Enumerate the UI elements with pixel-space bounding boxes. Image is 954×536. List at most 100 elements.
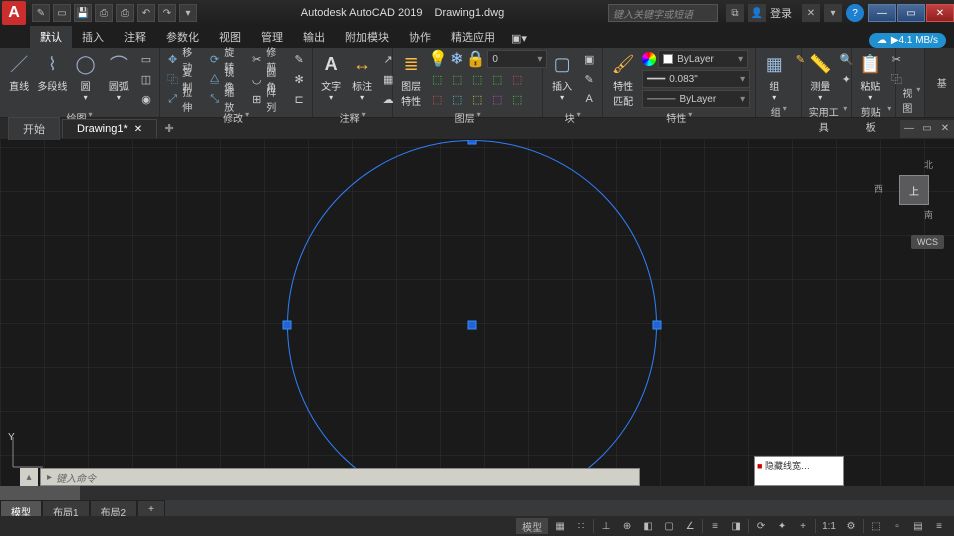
new-icon[interactable]: ✎ bbox=[32, 4, 50, 22]
block-create-icon[interactable]: ▣ bbox=[580, 50, 598, 68]
status-iso-icon[interactable]: ◧ bbox=[639, 518, 657, 534]
panel-block-title[interactable]: 块 bbox=[547, 108, 598, 125]
panel-view-title[interactable]: 视图 bbox=[900, 83, 920, 115]
cloud-speed-badge[interactable]: ☁▶4.1 MB/s bbox=[869, 33, 946, 48]
status-custom-icon[interactable]: ≡ bbox=[930, 518, 948, 534]
tab-close-icon[interactable]: ✕ bbox=[134, 124, 142, 135]
block-edit-icon[interactable]: ✎ bbox=[580, 70, 598, 88]
circle-button[interactable]: ◯圆▾ bbox=[71, 50, 101, 102]
cube-north[interactable]: 北 bbox=[924, 158, 933, 171]
layer-on-icon[interactable]: ⬚ bbox=[428, 90, 446, 108]
panel-util-title[interactable]: 实用工具 bbox=[806, 102, 847, 134]
dimension-button[interactable]: ↔标注▾ bbox=[348, 50, 376, 102]
status-annomon-icon[interactable]: ⬚ bbox=[867, 518, 885, 534]
erase-icon[interactable]: ✎ bbox=[290, 50, 308, 68]
status-cycle-icon[interactable]: ⟳ bbox=[752, 518, 770, 534]
polyline-button[interactable]: ⌇多段线 bbox=[37, 50, 67, 93]
hatch-icon[interactable]: ◫ bbox=[137, 70, 155, 88]
line-button[interactable]: ／直线 bbox=[4, 50, 34, 93]
layer-bulb-icon[interactable]: 💡 bbox=[428, 49, 448, 69]
ellipse-icon[interactable]: ◉ bbox=[137, 90, 155, 108]
panel-basic[interactable]: 基 bbox=[925, 48, 954, 117]
group-button[interactable]: ▦组▾ bbox=[760, 50, 788, 102]
layer-combo[interactable]: 0 bbox=[487, 50, 547, 68]
command-input[interactable]: 键入命令 bbox=[40, 468, 640, 486]
tab-featured[interactable]: 精选应用 bbox=[441, 26, 505, 48]
layer-match-icon[interactable]: ⬚ bbox=[448, 70, 466, 88]
grip-east[interactable] bbox=[653, 321, 662, 330]
status-otrack-icon[interactable]: ∠ bbox=[681, 518, 699, 534]
minimize-button[interactable]: — bbox=[868, 4, 896, 22]
tab-default[interactable]: 默认 bbox=[30, 26, 72, 48]
qat-more-icon[interactable]: ▾ bbox=[179, 4, 197, 22]
block-attr-icon[interactable]: A bbox=[580, 90, 598, 108]
doc-tab-drawing1[interactable]: Drawing1*✕ bbox=[62, 119, 157, 138]
exchange-icon[interactable]: ✕ bbox=[802, 4, 820, 22]
saveas-icon[interactable]: ⎙ bbox=[95, 4, 113, 22]
grip-north[interactable] bbox=[468, 140, 477, 145]
status-lwt-icon[interactable]: ≡ bbox=[706, 518, 724, 534]
tab-output[interactable]: 输出 bbox=[293, 26, 335, 48]
status-3dosnap-icon[interactable]: ✦ bbox=[773, 518, 791, 534]
cube-west[interactable]: 西 bbox=[874, 182, 883, 195]
help-search-input[interactable]: 键入关键字或短语 bbox=[608, 4, 718, 22]
color-combo[interactable]: ByLayer bbox=[658, 50, 748, 68]
lineweight-combo[interactable]: ━━━ 0.083" bbox=[642, 70, 750, 88]
offset-icon[interactable]: ⊏ bbox=[290, 90, 308, 108]
tab-collab[interactable]: 协作 bbox=[399, 26, 441, 48]
help-icon[interactable]: ? bbox=[846, 4, 864, 22]
arc-button[interactable]: ⌒圆弧▾ bbox=[104, 50, 134, 102]
status-ortho-icon[interactable]: ⊥ bbox=[597, 518, 615, 534]
status-gear-icon[interactable]: ⚙ bbox=[842, 518, 860, 534]
measure-button[interactable]: 📏测量▾ bbox=[806, 50, 834, 102]
status-grid-icon[interactable]: ▦ bbox=[551, 518, 569, 534]
rect-icon[interactable]: ▭ bbox=[137, 50, 155, 68]
layer-lock-icon[interactable]: 🔒 bbox=[465, 49, 485, 69]
status-snap-icon[interactable]: ∷ bbox=[572, 518, 590, 534]
insert-block-button[interactable]: ▢插入▾ bbox=[547, 50, 577, 102]
tab-add-button[interactable]: ✚ bbox=[159, 122, 179, 135]
paste-button[interactable]: 📋粘贴▾ bbox=[856, 50, 884, 102]
doc-tab-start[interactable]: 开始 bbox=[8, 117, 60, 140]
undo-icon[interactable]: ↶ bbox=[137, 4, 155, 22]
infocenter-icon[interactable]: ⧉ bbox=[726, 4, 744, 22]
hscroll[interactable] bbox=[0, 486, 954, 500]
view-cube[interactable]: 北 西 南 上 bbox=[884, 160, 944, 220]
panel-annotate-title[interactable]: 注释 bbox=[317, 108, 388, 125]
linetype-combo[interactable]: ──── ByLayer bbox=[642, 90, 750, 108]
save-icon[interactable]: 💾 bbox=[74, 4, 92, 22]
color-swatch-icon[interactable] bbox=[642, 52, 656, 66]
layer-state-icon[interactable]: ⬚ bbox=[488, 90, 506, 108]
stretch-button[interactable]: ⤢拉伸 bbox=[164, 90, 203, 108]
hscroll-thumb[interactable] bbox=[0, 486, 80, 500]
panel-group-title[interactable]: 组 bbox=[760, 102, 797, 119]
app-icon[interactable]: A bbox=[2, 1, 26, 25]
layer-more-icon[interactable]: ⬚ bbox=[508, 90, 526, 108]
scale-button[interactable]: ⤡缩放 bbox=[206, 90, 245, 108]
explode-icon[interactable]: ✻ bbox=[290, 70, 308, 88]
redo-icon[interactable]: ↷ bbox=[158, 4, 176, 22]
panel-modify-title[interactable]: 修改 bbox=[164, 108, 308, 125]
layer-iso-icon[interactable]: ⬚ bbox=[488, 70, 506, 88]
plot-icon[interactable]: ⎙ bbox=[116, 4, 134, 22]
layer-freeze-icon[interactable]: ❄ bbox=[450, 49, 463, 69]
doc-max-button[interactable]: ▭ bbox=[918, 120, 936, 138]
match-props-button[interactable]: 🖌特性 匹配 bbox=[607, 50, 639, 108]
status-units-icon[interactable]: ▫ bbox=[888, 518, 906, 534]
text-button[interactable]: A文字▾ bbox=[317, 50, 345, 102]
layer-off-icon[interactable]: ⬚ bbox=[508, 70, 526, 88]
panel-props-title[interactable]: 特性 bbox=[607, 108, 751, 125]
tab-annotate[interactable]: 注释 bbox=[114, 26, 156, 48]
drawing-canvas[interactable]: 北 西 南 上 WCS Y ▴ 键入命令 ■ 隐藏线宽… bbox=[0, 140, 954, 500]
layer-props-button[interactable]: ≣图层 特性 bbox=[397, 50, 425, 108]
doc-min-button[interactable]: — bbox=[900, 120, 918, 138]
cmd-history-icon[interactable]: ▴ bbox=[20, 468, 38, 486]
stayconnected-icon[interactable]: ▾ bbox=[824, 4, 842, 22]
open-icon[interactable]: ▭ bbox=[53, 4, 71, 22]
maximize-button[interactable]: ▭ bbox=[897, 4, 925, 22]
login-label[interactable]: 登录 bbox=[770, 5, 792, 21]
layer-make-icon[interactable]: ⬚ bbox=[428, 70, 446, 88]
panel-layer-title[interactable]: 图层 bbox=[397, 108, 538, 125]
doc-close-button[interactable]: ✕ bbox=[936, 120, 954, 138]
panel-clip-title[interactable]: 剪贴板 bbox=[856, 102, 891, 134]
